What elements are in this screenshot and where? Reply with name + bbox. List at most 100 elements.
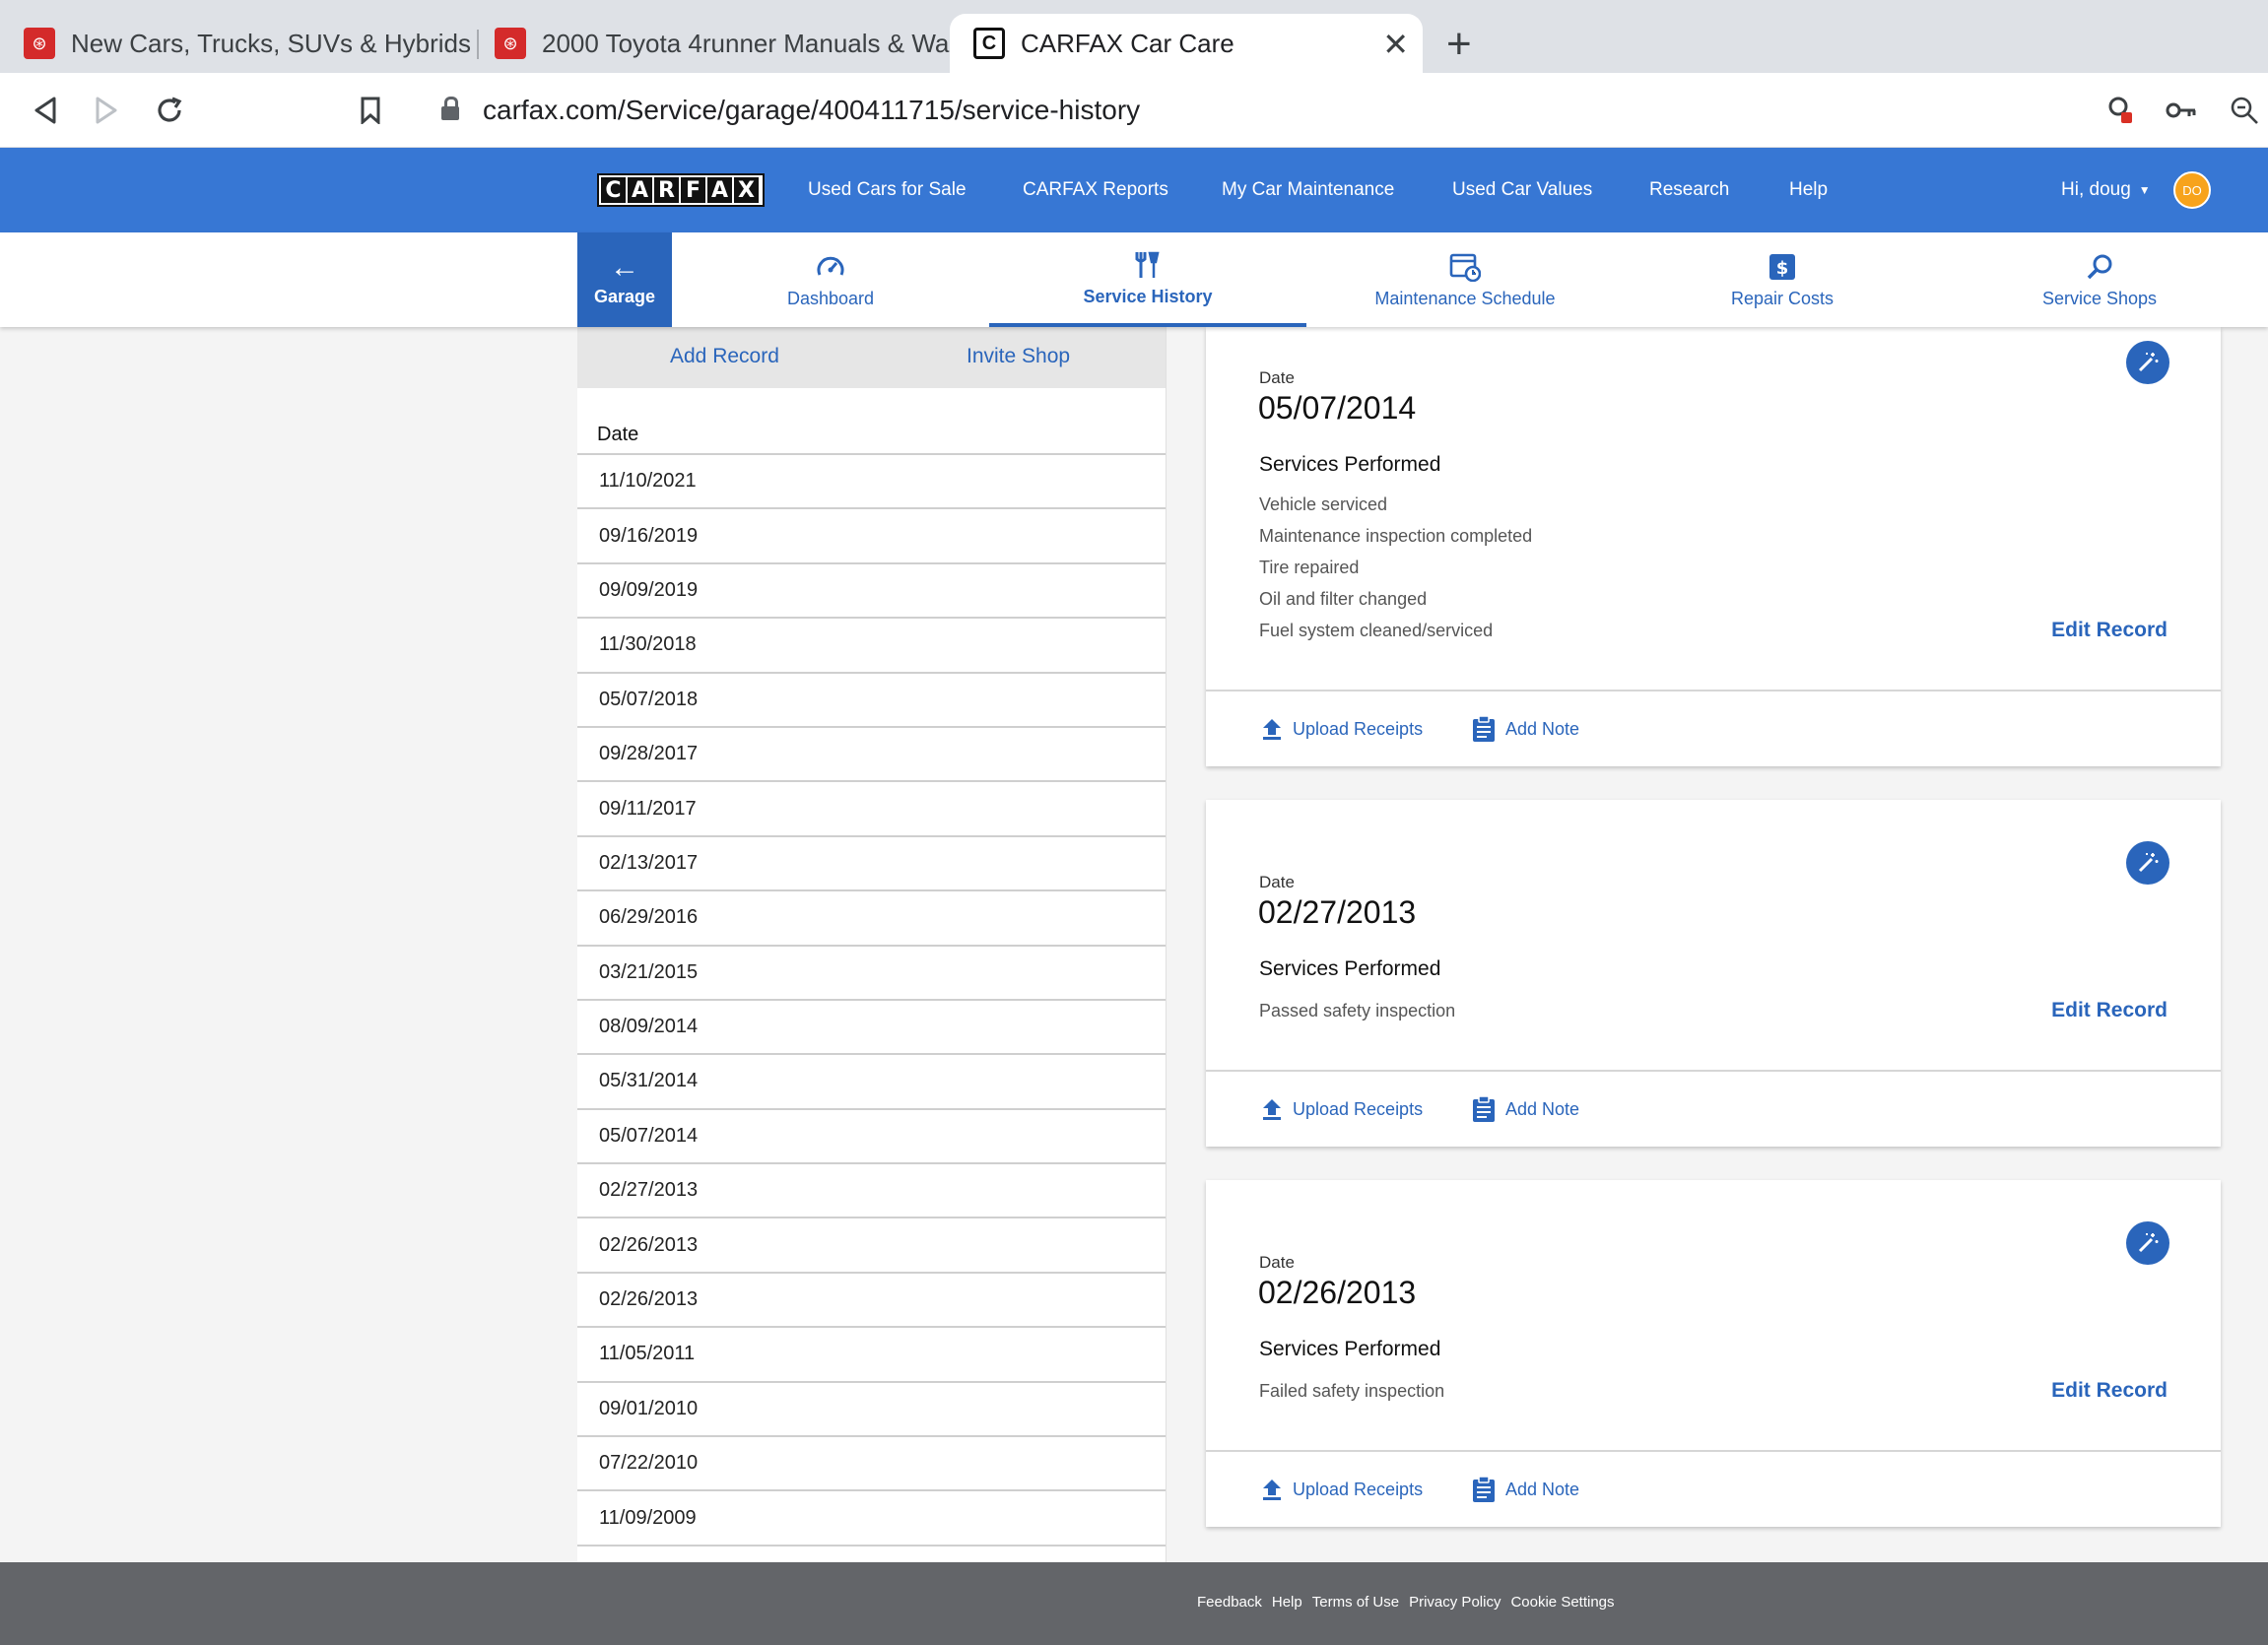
service-record-card: Date 02/27/2013 Services Performed Passe… — [1206, 800, 2221, 1147]
services-title: Services Performed — [1259, 1338, 1441, 1360]
magic-wand-icon[interactable] — [2126, 841, 2169, 885]
avatar[interactable]: DO — [2173, 171, 2211, 209]
nav-carfax-reports[interactable]: CARFAX Reports — [1023, 148, 1168, 232]
close-tab-icon[interactable]: ✕ — [1382, 26, 1409, 63]
list-item[interactable]: 05/31/2014 — [577, 1053, 1166, 1107]
reload-icon[interactable] — [150, 91, 189, 130]
add-note-button[interactable]: Add Note — [1472, 1095, 1579, 1123]
add-record-button[interactable]: Add Record — [670, 345, 779, 368]
upload-receipts-button[interactable]: Upload Receipts — [1261, 1478, 1423, 1501]
list-item[interactable]: 11/10/2021 — [577, 453, 1166, 507]
nav-my-car-maintenance[interactable]: My Car Maintenance — [1222, 148, 1394, 232]
list-item[interactable]: 03/21/2015 — [577, 944, 1166, 999]
browser-tab[interactable]: ⊛ New Cars, Trucks, SUVs & Hybrids | — [0, 14, 473, 73]
list-item[interactable]: 09/16/2019 — [577, 507, 1166, 561]
note-label: Add Note — [1505, 1479, 1580, 1499]
tab-label: Service Shops — [2041, 288, 2158, 308]
upload-icon — [1263, 1480, 1281, 1500]
list-item[interactable]: 09/11/2017 — [577, 780, 1166, 834]
tab-label: Dashboard — [786, 288, 875, 308]
tab-service-history[interactable]: Service History — [989, 232, 1306, 327]
browser-tab-bar: ⊛ New Cars, Trucks, SUVs & Hybrids | ⊛ 2… — [0, 0, 2268, 73]
dollar-icon: $ — [1768, 251, 1796, 283]
edit-record-button[interactable]: Edit Record — [2051, 619, 2168, 642]
nav-used-cars[interactable]: Used Cars for Sale — [808, 148, 967, 232]
url-text: carfax.com/Service/garage/400411715/serv… — [483, 95, 1141, 125]
footer-links: Feedback Help Terms of Use Privacy Polic… — [1197, 1594, 1625, 1611]
magic-wand-icon[interactable] — [2126, 341, 2169, 384]
edit-record-button[interactable]: Edit Record — [2051, 999, 2168, 1022]
upload-label: Upload Receipts — [1293, 1479, 1424, 1499]
clipboard-icon — [1473, 715, 1495, 742]
clipboard-icon — [1473, 1095, 1495, 1122]
upload-receipts-button[interactable]: Upload Receipts — [1261, 717, 1423, 741]
list-item[interactable]: 08/09/2014 — [577, 998, 1166, 1053]
list-item[interactable]: 02/13/2017 — [577, 834, 1166, 889]
footer-link-help[interactable]: Help — [1272, 1594, 1302, 1611]
location-blocked-icon[interactable] — [2101, 91, 2140, 130]
toyota-icon: ⊛ — [495, 28, 526, 59]
list-item[interactable]: 09/28/2017 — [577, 725, 1166, 780]
list-item[interactable]: 05/07/2018 — [577, 671, 1166, 726]
forward-icon[interactable] — [87, 91, 126, 130]
note-label: Add Note — [1505, 1098, 1580, 1119]
magic-wand-icon[interactable] — [2126, 1221, 2169, 1265]
list-item[interactable]: 07/22/2010 — [577, 1435, 1166, 1489]
logo-letter: A — [707, 177, 732, 203]
tab-maintenance-schedule[interactable]: Maintenance Schedule — [1306, 232, 1624, 327]
tab-title: CARFAX Car Care — [1021, 28, 1234, 58]
carfax-logo[interactable]: C A R F A X — [597, 173, 765, 207]
tab-service-shops[interactable]: Service Shops — [1941, 232, 2258, 327]
clipboard-icon — [1473, 1476, 1495, 1502]
browser-tab[interactable]: ⊛ 2000 Toyota 4runner Manuals & Wa — [471, 14, 950, 73]
upload-receipts-button[interactable]: Upload Receipts — [1261, 1097, 1423, 1121]
carfax-header: C A R F A X Used Cars for Sale CARFAX Re… — [0, 148, 2268, 232]
footer-link-privacy[interactable]: Privacy Policy — [1409, 1594, 1501, 1611]
footer-link-terms[interactable]: Terms of Use — [1312, 1594, 1399, 1611]
garage-button[interactable]: ← Garage — [577, 232, 672, 327]
list-item[interactable]: 02/26/2013 — [577, 1217, 1166, 1271]
list-item[interactable]: 09/01/2010 — [577, 1380, 1166, 1435]
zoom-out-icon[interactable] — [2225, 91, 2264, 130]
add-note-button[interactable]: Add Note — [1472, 715, 1579, 743]
card-footer: Upload Receipts Add Note — [1206, 1072, 2221, 1147]
invite-shop-button[interactable]: Invite Shop — [967, 345, 1070, 368]
list-item[interactable]: 06/29/2016 — [577, 889, 1166, 944]
tab-title: 2000 Toyota 4runner Manuals & Wa — [542, 28, 950, 58]
toyota-icon: ⊛ — [24, 28, 55, 59]
browser-tab-active[interactable]: C CARFAX Car Care ✕ — [950, 14, 1423, 73]
date-label: Date — [1259, 873, 1295, 891]
record-date: 05/07/2014 — [1258, 390, 1417, 426]
add-note-button[interactable]: Add Note — [1472, 1476, 1579, 1503]
service-subnav: ← Garage Dashboard Service History Maint… — [0, 232, 2268, 327]
key-icon[interactable] — [2162, 91, 2201, 130]
edit-record-button[interactable]: Edit Record — [2051, 1379, 2168, 1403]
service-item: Oil and filter changed — [1259, 589, 1428, 609]
lock-icon — [441, 97, 459, 120]
footer-link-feedback[interactable]: Feedback — [1197, 1594, 1262, 1611]
search-icon — [2086, 251, 2113, 283]
user-menu[interactable]: Hi, doug ▼ — [2061, 148, 2151, 232]
list-item[interactable]: 02/26/2013 — [577, 1271, 1166, 1326]
list-item[interactable]: 11/05/2011 — [577, 1326, 1166, 1380]
nav-used-car-values[interactable]: Used Car Values — [1452, 148, 1592, 232]
back-icon[interactable] — [26, 91, 65, 130]
tab-repair-costs[interactable]: $ Repair Costs — [1624, 232, 1941, 327]
list-item[interactable]: 02/27/2013 — [577, 1162, 1166, 1217]
list-item[interactable]: 11/09/2009 — [577, 1489, 1166, 1544]
list-item[interactable]: 11/30/2018 — [577, 617, 1166, 671]
list-item[interactable]: 09/09/2019 — [577, 561, 1166, 617]
new-tab-button[interactable]: + — [1446, 20, 1472, 69]
date-label: Date — [1259, 1253, 1295, 1272]
list-item[interactable]: 03/14/2009 — [577, 1544, 1166, 1562]
bookmark-icon[interactable] — [351, 91, 390, 130]
address-bar[interactable]: carfax.com/Service/garage/400411715/serv… — [414, 83, 2187, 138]
nav-help[interactable]: Help — [1789, 148, 1828, 232]
page-footer: Feedback Help Terms of Use Privacy Polic… — [0, 1562, 2268, 1645]
record-actions-bar: Add Record Invite Shop — [577, 327, 1166, 388]
nav-research[interactable]: Research — [1649, 148, 1729, 232]
tab-dashboard[interactable]: Dashboard — [672, 232, 989, 327]
browser-toolbar: carfax.com/Service/garage/400411715/serv… — [0, 73, 2268, 148]
footer-link-cookies[interactable]: Cookie Settings — [1510, 1594, 1614, 1611]
list-item[interactable]: 05/07/2014 — [577, 1107, 1166, 1162]
